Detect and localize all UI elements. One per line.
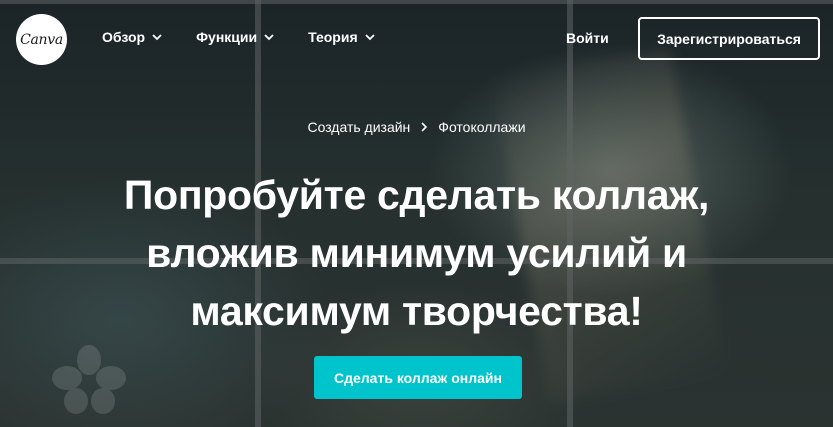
chevron-down-icon	[365, 34, 375, 41]
breadcrumb-create-design[interactable]: Создать дизайн	[307, 119, 410, 135]
logo-text: Canva	[20, 31, 63, 48]
nav-item-overview[interactable]: Обзор	[102, 29, 162, 45]
nav-item-label: Обзор	[102, 29, 146, 45]
headline-line: максимум творчества!	[190, 288, 643, 334]
signup-button[interactable]: Зарегистрироваться	[638, 17, 820, 60]
nav-item-theory[interactable]: Теория	[308, 29, 375, 45]
collage-divider	[0, 0, 833, 4]
chevron-down-icon	[152, 34, 162, 41]
login-link[interactable]: Войти	[566, 30, 609, 46]
breadcrumb-photo-collages[interactable]: Фотоколлажи	[438, 119, 525, 135]
nav-item-label: Теория	[308, 29, 358, 45]
nav-item-features[interactable]: Функции	[196, 29, 274, 45]
page-title: Попробуйте сделать коллаж, вложив миниму…	[60, 166, 773, 340]
headline-line: вложив минимум усилий и	[146, 230, 687, 276]
make-collage-button[interactable]: Сделать коллаж онлайн	[314, 356, 522, 399]
breadcrumb: Создать дизайн Фотоколлажи	[0, 119, 833, 135]
flower-icon	[52, 345, 126, 414]
chevron-right-icon	[421, 122, 428, 132]
chevron-down-icon	[264, 34, 274, 41]
headline-line: Попробуйте сделать коллаж,	[123, 172, 710, 218]
nav-item-label: Функции	[196, 29, 258, 45]
main-nav: Обзор Функции Теория	[102, 29, 409, 45]
canva-logo[interactable]: Canva	[16, 14, 67, 65]
